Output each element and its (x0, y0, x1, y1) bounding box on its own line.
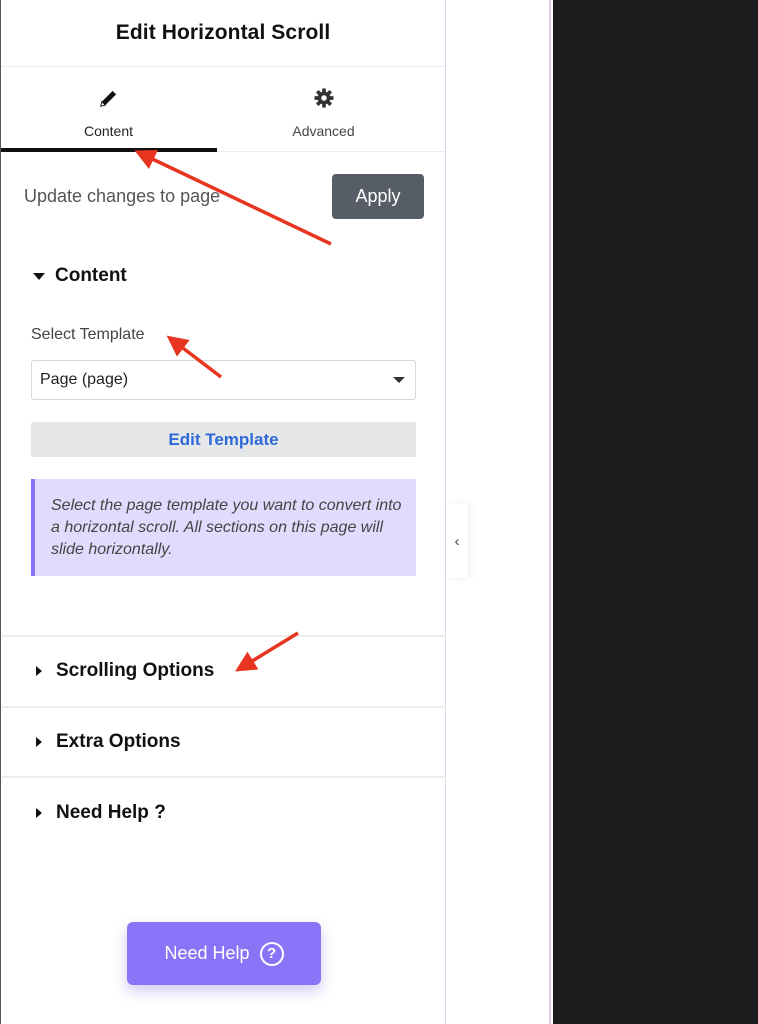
gear-icon (313, 88, 334, 108)
section-title-extra-options: Extra Options (56, 731, 181, 752)
section-title-scrolling-options: Scrolling Options (56, 660, 215, 681)
chevron-down-icon (393, 377, 405, 383)
panel-title: Edit Horizontal Scroll (115, 21, 331, 44)
section-toggle-scrolling-options[interactable]: Scrolling Options (33, 660, 214, 682)
section-divider (2, 635, 446, 637)
section-toggle-need-help[interactable]: Need Help ? (33, 802, 166, 824)
template-notice-text: Select the page template you want to con… (51, 497, 402, 558)
caret-right-icon (36, 808, 42, 818)
section-title-content: Content (55, 265, 127, 286)
template-notice: Select the page template you want to con… (31, 479, 416, 576)
section-title-need-help: Need Help ? (56, 802, 166, 823)
question-circle-icon: ? (259, 941, 284, 966)
tab-content-label: Content (83, 123, 134, 139)
need-help-button-label: Need Help (164, 943, 250, 963)
section-toggle-extra-options[interactable]: Extra Options (33, 731, 181, 753)
apply-row: Update changes to page Apply (1, 152, 446, 242)
template-select-value: Page (page) (40, 371, 129, 388)
section-divider (2, 776, 446, 778)
panel-header: Edit Horizontal Scroll (1, 0, 445, 67)
collapse-panel-toggle[interactable]: ‹ (446, 504, 468, 578)
caret-right-icon (36, 737, 42, 747)
caret-right-icon (36, 666, 42, 676)
pencil-icon (99, 90, 116, 107)
chevron-left-icon: ‹ (454, 532, 460, 550)
apply-text: Update changes to page (24, 186, 221, 206)
template-select[interactable]: Page (page) (31, 360, 416, 400)
need-help-button[interactable]: Need Help ? (127, 922, 321, 985)
edit-template-button[interactable]: Edit Template (31, 422, 416, 457)
caret-down-icon (33, 272, 45, 280)
section-toggle-content[interactable]: Content (33, 265, 127, 287)
tab-content[interactable]: Content (1, 67, 216, 151)
select-template-label: Select Template (31, 326, 145, 343)
panel-tabs: Content Advanced (1, 67, 445, 152)
section-divider (2, 706, 446, 708)
tab-advanced[interactable]: Advanced (216, 67, 431, 151)
apply-button[interactable]: Apply (332, 174, 424, 219)
editor-panel: Edit Horizontal Scroll Content Advanced … (0, 0, 446, 1024)
tab-advanced-label: Advanced (292, 123, 355, 139)
dark-canvas-area (553, 0, 758, 1024)
